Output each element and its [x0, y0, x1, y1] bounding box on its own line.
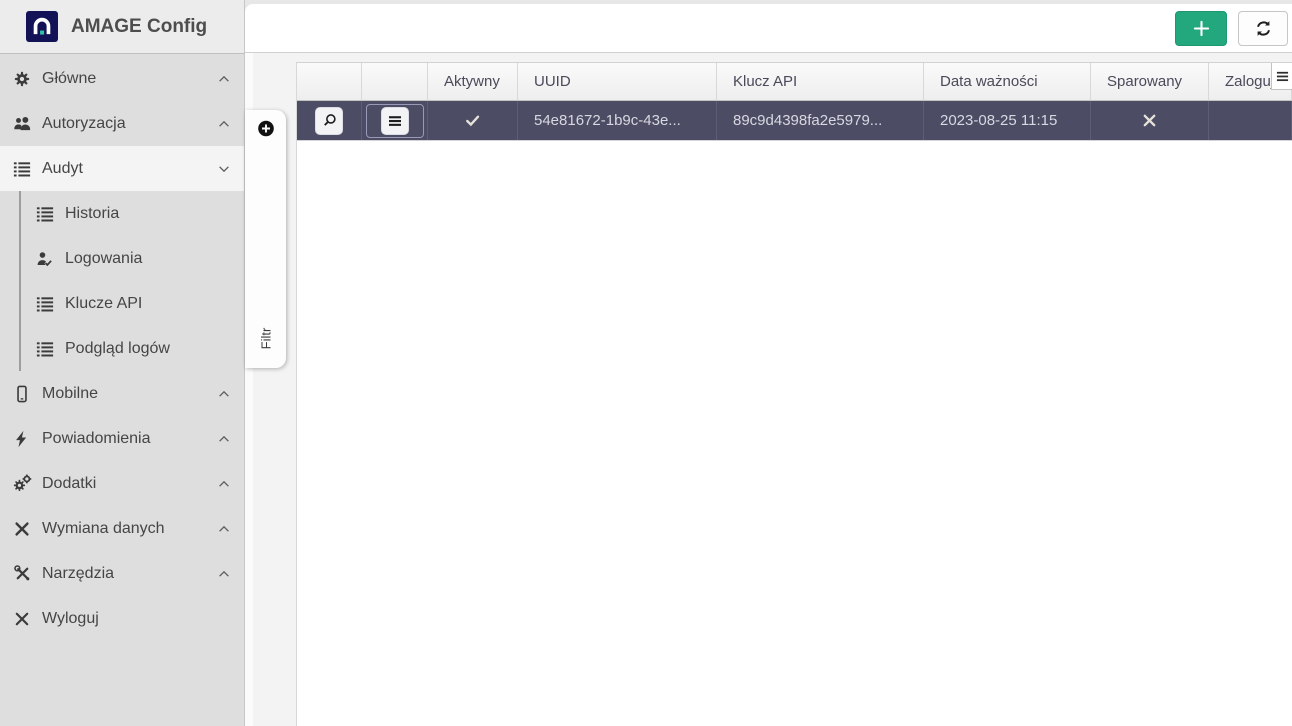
x-mark-icon [1141, 112, 1158, 129]
search-icon [321, 112, 338, 129]
row-menu-button[interactable] [381, 107, 409, 135]
chevron-up-icon [217, 477, 231, 491]
col-header-klucz-api[interactable]: Klucz API [717, 63, 924, 100]
refresh-button[interactable] [1238, 11, 1288, 46]
bolt-icon [10, 430, 34, 448]
list-icon [33, 205, 57, 223]
col-header-aktywny[interactable]: Aktywny [428, 63, 518, 100]
chevron-down-icon [217, 162, 231, 176]
sidebar-item-label: Klucze API [65, 295, 231, 313]
col-header-row-menu[interactable] [362, 63, 428, 100]
col-header-row-search[interactable] [297, 63, 362, 100]
row-cell-search [297, 101, 362, 140]
plus-icon [1193, 20, 1210, 37]
row-cell-menu [362, 101, 428, 140]
sidebar: Główne Autoryzacja Audyt [0, 54, 245, 726]
sidebar-item-klucze-api[interactable]: Klucze API [0, 281, 244, 326]
filter-panel-label: Filtr [258, 328, 273, 350]
sidebar-item-label: Narzędzia [42, 565, 217, 583]
list-icon [33, 340, 57, 358]
topbar [245, 4, 1292, 53]
sidebar-item-wymiana-danych[interactable]: Wymiana danych [0, 506, 244, 551]
user-check-icon [33, 250, 57, 268]
sidebar-item-label: Wyloguj [42, 610, 231, 628]
sidebar-item-label: Audyt [42, 160, 217, 178]
sidebar-item-label: Logowania [65, 250, 231, 268]
sidebar-item-historia[interactable]: Historia [0, 191, 244, 236]
sidebar-item-label: Dodatki [42, 475, 217, 493]
sidebar-item-label: Główne [42, 70, 217, 88]
row-cell-zaloguj-jako [1209, 101, 1292, 140]
plus-circle-icon [256, 119, 275, 138]
add-button[interactable] [1175, 11, 1227, 46]
col-header-data-waznosci[interactable]: Data ważności [924, 63, 1091, 100]
tools-icon [10, 564, 34, 583]
list-icon [33, 295, 57, 313]
check-icon [463, 111, 482, 130]
sidebar-item-dodatki[interactable]: Dodatki [0, 461, 244, 506]
sidebar-item-logowania[interactable]: Logowania [0, 236, 244, 281]
sidebar-item-label: Wymiana danych [42, 520, 217, 538]
grid-header-row: Aktywny UUID Klucz API Data ważności Spa… [297, 63, 1292, 101]
column-chooser-button[interactable] [1271, 63, 1292, 90]
users-icon [10, 114, 34, 133]
app-title: AMAGE Config [71, 16, 207, 38]
grid-row-selected[interactable]: 54e81672-1b9c-43e... 89c9d4398fa2e5979..… [297, 101, 1292, 141]
main-content-area: Aktywny UUID Klucz API Data ważności Spa… [296, 53, 1292, 726]
col-header-uuid[interactable]: UUID [518, 63, 717, 100]
sidebar-item-label: Powiadomienia [42, 430, 217, 448]
row-cell-sparowany [1091, 101, 1209, 140]
sidebar-item-wyloguj[interactable]: Wyloguj [0, 596, 244, 641]
bars-icon [1276, 70, 1289, 83]
filter-panel-tab[interactable]: Filtr [245, 110, 286, 368]
chevron-up-icon [217, 522, 231, 536]
row-cell-uuid: 54e81672-1b9c-43e... [518, 101, 717, 140]
focused-cell-ring [366, 104, 424, 138]
chevron-up-icon [217, 117, 231, 131]
col-header-sparowany[interactable]: Sparowany [1091, 63, 1209, 100]
sidebar-item-label: Podgląd logów [65, 340, 231, 358]
sidebar-item-label: Mobilne [42, 385, 217, 403]
x-icon [10, 610, 34, 628]
sidebar-item-autoryzacja[interactable]: Autoryzacja [0, 101, 244, 146]
sidebar-item-podglad-logow[interactable]: Podgląd logów [0, 326, 244, 371]
sidebar-item-label: Historia [65, 205, 231, 223]
submenu-indent-guide [19, 191, 21, 371]
sidebar-header: AMAGE Config [0, 0, 245, 54]
sidebar-item-powiadomienia[interactable]: Powiadomienia [0, 416, 244, 461]
bars-icon [388, 114, 402, 128]
chevron-up-icon [217, 72, 231, 86]
chevron-up-icon [217, 387, 231, 401]
row-cell-klucz-api: 89c9d4398fa2e5979... [717, 101, 924, 140]
exchange-icon [10, 520, 34, 538]
sidebar-item-glowne[interactable]: Główne [0, 56, 244, 101]
amage-logo-icon [26, 11, 58, 42]
chevron-up-icon [217, 567, 231, 581]
sidebar-item-mobilne[interactable]: Mobilne [0, 371, 244, 416]
refresh-icon [1254, 19, 1273, 38]
cogs-icon [10, 474, 34, 493]
row-cell-aktywny [428, 101, 518, 140]
chevron-up-icon [217, 432, 231, 446]
list-icon [10, 160, 34, 178]
gear-icon [10, 70, 34, 88]
data-grid: Aktywny UUID Klucz API Data ważności Spa… [296, 62, 1292, 726]
app-root: { "app": { "title": "AMAGE Config" }, "t… [0, 0, 1292, 726]
sidebar-item-label: Autoryzacja [42, 115, 217, 133]
sidebar-item-audyt[interactable]: Audyt [0, 146, 244, 191]
sidebar-item-narzedzia[interactable]: Narzędzia [0, 551, 244, 596]
mobile-icon [10, 385, 34, 403]
row-search-button[interactable] [315, 107, 343, 135]
row-cell-data-waznosci: 2023-08-25 11:15 [924, 101, 1091, 140]
